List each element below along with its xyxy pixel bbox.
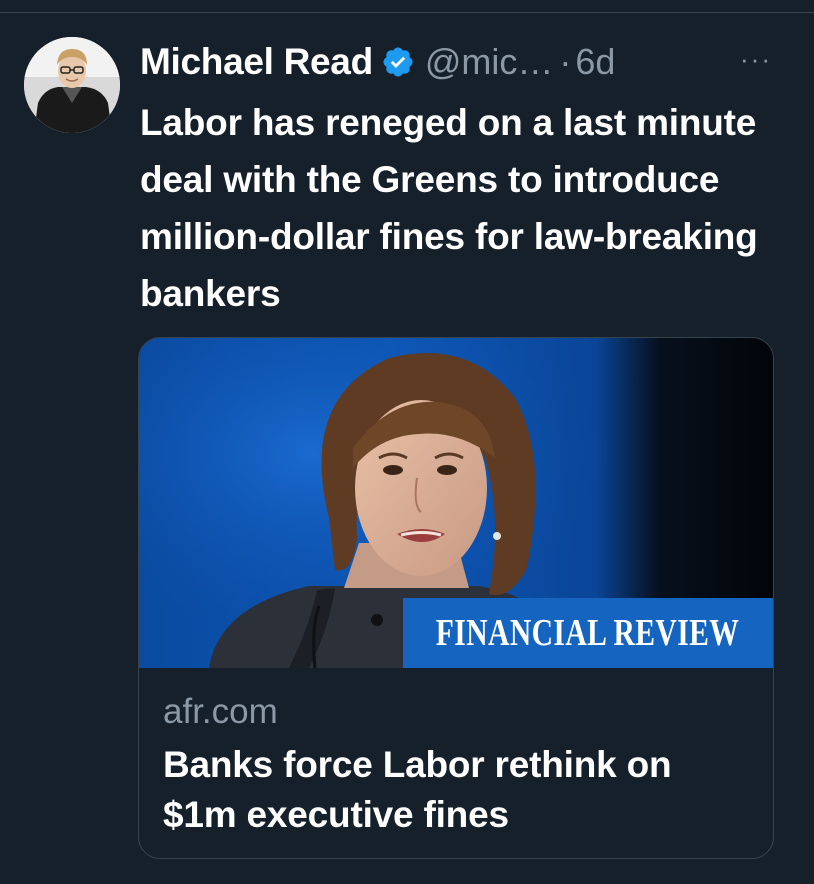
card-title[interactable]: Banks force Labor rethink on $1m executi… <box>163 740 753 840</box>
author-name[interactable]: Michael Read <box>140 41 373 83</box>
card-image: FINANCIAL REVIEW <box>139 338 773 668</box>
ellipsis-icon[interactable]: ··· <box>736 44 776 74</box>
tweet-timestamp[interactable]: 6d <box>575 41 615 83</box>
card-meta: afr.com Banks force Labor rethink on $1m… <box>163 688 753 840</box>
verified-badge-icon <box>381 45 415 79</box>
separator-dot: · <box>559 41 572 82</box>
tweet-text: Labor has reneged on a last minute deal … <box>140 102 758 314</box>
top-divider <box>0 12 814 13</box>
financial-review-banner: FINANCIAL REVIEW <box>403 598 773 668</box>
avatar-photo <box>24 37 120 133</box>
link-preview-card[interactable]: FINANCIAL REVIEW afr.com Banks force Lab… <box>138 337 774 859</box>
financial-review-logo-text: FINANCIAL REVIEW <box>436 612 740 654</box>
card-domain: afr.com <box>163 692 278 731</box>
tweet-header: Michael Read @mic… · 6d <box>140 40 615 84</box>
author-handle[interactable]: @mic… <box>425 41 554 83</box>
author-avatar[interactable] <box>24 37 120 133</box>
